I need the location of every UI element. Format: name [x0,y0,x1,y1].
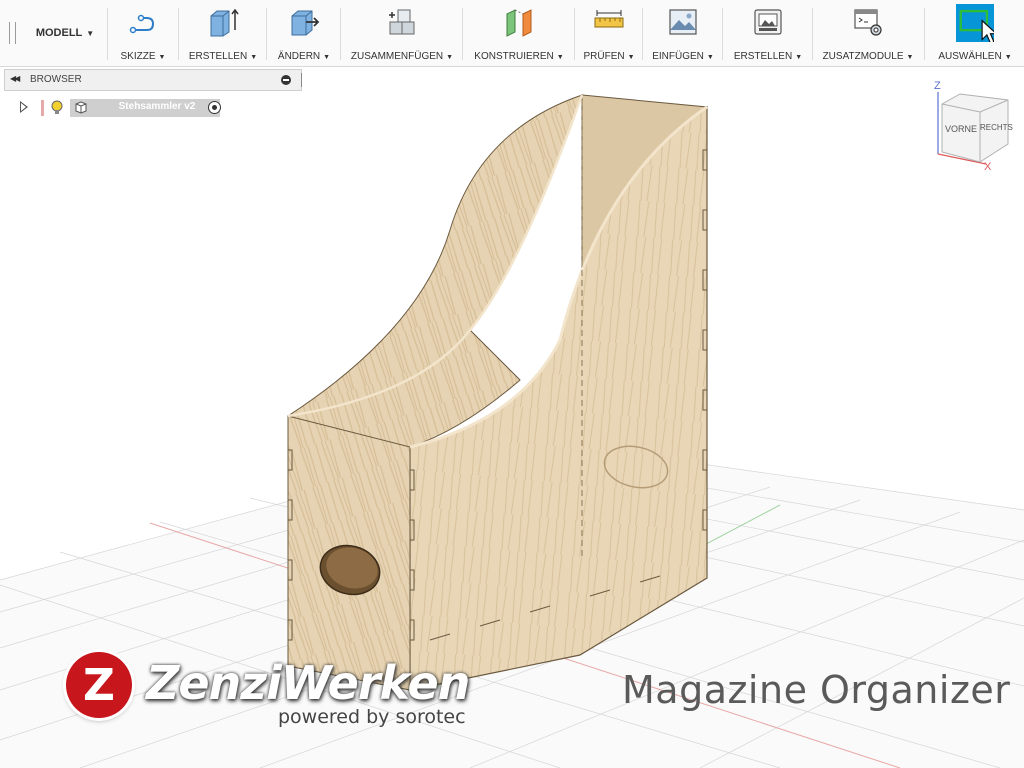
browser-tree-row[interactable]: Stehsammler v2 [16,98,228,118]
viewcube[interactable]: Z X VORNE RECHTS [920,74,1024,174]
3d-print-icon [754,9,782,35]
toolbar-separator [107,8,108,60]
toolbar-group-label: KONSTRUIEREN [474,51,554,62]
component-name: Stehsammler v2 [118,101,196,112]
select-icon [956,4,994,42]
activate-radio[interactable] [208,101,221,114]
toolbar-group-label: ZUSATZMODULE [822,51,904,62]
toolbar-group-insert[interactable]: EINFÜGEN ▼ [646,0,720,66]
toolbar-separator [722,8,723,60]
toolbar-separator [812,8,813,60]
chevron-down-icon: ▼ [323,54,331,61]
measure-icon [594,10,624,28]
powered-by-text: powered by sorotec [278,706,466,728]
brand-initial: Z [83,660,115,711]
browser-panel: ◀◀ BROWSER [4,69,302,91]
toolbar-group-label: ÄNDERN [277,51,321,62]
workspace-switcher[interactable]: MODELL ▼ [24,0,106,66]
offset-plane-icon [506,9,532,37]
insert-image-icon [669,9,697,35]
brand-logo-badge: Z [66,652,132,718]
brand-logo: Z ZenziWerken powered by sorotec [66,652,496,732]
minimize-icon[interactable] [281,75,291,85]
toolbar-group-label: ERSTELLEN [188,51,248,62]
toolbar-group-modify[interactable]: ÄNDERN ▼ [270,0,338,66]
toolbar-group-inspect[interactable]: PRÜFEN ▼ [578,0,640,66]
component-item[interactable]: Stehsammler v2 [70,99,220,117]
chevron-down-icon: ▼ [446,54,454,61]
active-indicator [41,100,44,116]
toolbar-group-label: EINFÜGEN [652,51,704,62]
toolbar-group-sketch[interactable]: SKIZZE ▼ [110,0,176,66]
component-icon [75,101,87,114]
chevron-down-icon: ▼ [556,54,564,61]
magazine-organizer-model[interactable] [287,94,708,691]
toolbar-separator [178,8,179,60]
toolbar-group-label: ERSTELLEN [733,51,793,62]
toolbar-separator [340,8,341,60]
workspace-label: MODELL [35,27,83,39]
toolbar-group-assemble[interactable]: ZUSAMMENFÜGEN ▼ [344,0,460,66]
toolbar: MODELL ▼ SKIZZE ▼ ERSTELLEN ▼ ÄNDERN ▼ Z… [0,0,1024,67]
panel-pin-icon[interactable] [301,73,304,87]
viewcube-right-face[interactable]: RECHTS [980,123,1013,132]
toolbar-group-label: ZUSAMMENFÜGEN [350,51,444,62]
browser-title: BROWSER [30,74,82,85]
toolbar-separator [462,8,463,60]
brand-name: ZenziWerken [146,656,470,710]
visibility-bulb-icon[interactable] [50,99,64,117]
expand-arrow-icon[interactable] [20,101,28,113]
press-pull-icon [291,10,320,36]
toolbar-group-label: AUSWÄHLEN [938,51,1002,62]
toolbar-separator [266,8,267,60]
axis-x-label: X [984,161,992,173]
toolbar-group-make[interactable]: ERSTELLEN ▼ [726,0,810,66]
toolbar-group-select[interactable]: AUSWÄHLEN ▼ [928,0,1022,66]
chevron-down-icon: ▼ [158,54,166,61]
extrude-icon [210,8,239,37]
project-title: Magazine Organizer [622,668,1011,712]
toolbar-separator [574,8,575,60]
joint-icon [389,9,415,35]
chevron-down-icon: ▼ [86,28,95,38]
collapse-panel-icon[interactable]: ◀◀ [10,74,20,83]
toolbar-group-construct[interactable]: KONSTRUIEREN ▼ [466,0,572,66]
toolbar-separator [642,8,643,60]
toolbar-group-label: PRÜFEN [583,51,625,62]
chevron-down-icon: ▼ [706,54,714,61]
chevron-down-icon: ▼ [906,54,914,61]
toolbar-group-addins[interactable]: ZUSATZMODULE ▼ [816,0,920,66]
toolbar-group-label: SKIZZE [120,51,156,62]
chevron-down-icon: ▼ [627,54,635,61]
toolbar-separator [924,8,925,60]
sketch-icon [129,14,155,34]
chevron-down-icon: ▼ [795,54,803,61]
chevron-down-icon: ▼ [250,54,258,61]
chevron-down-icon: ▼ [1004,54,1012,61]
toolbar-grip[interactable] [9,22,16,44]
scripts-icon [854,9,882,36]
axis-z-label: Z [934,80,941,92]
toolbar-group-create[interactable]: ERSTELLEN ▼ [182,0,264,66]
viewcube-front-face[interactable]: VORNE [945,124,977,134]
